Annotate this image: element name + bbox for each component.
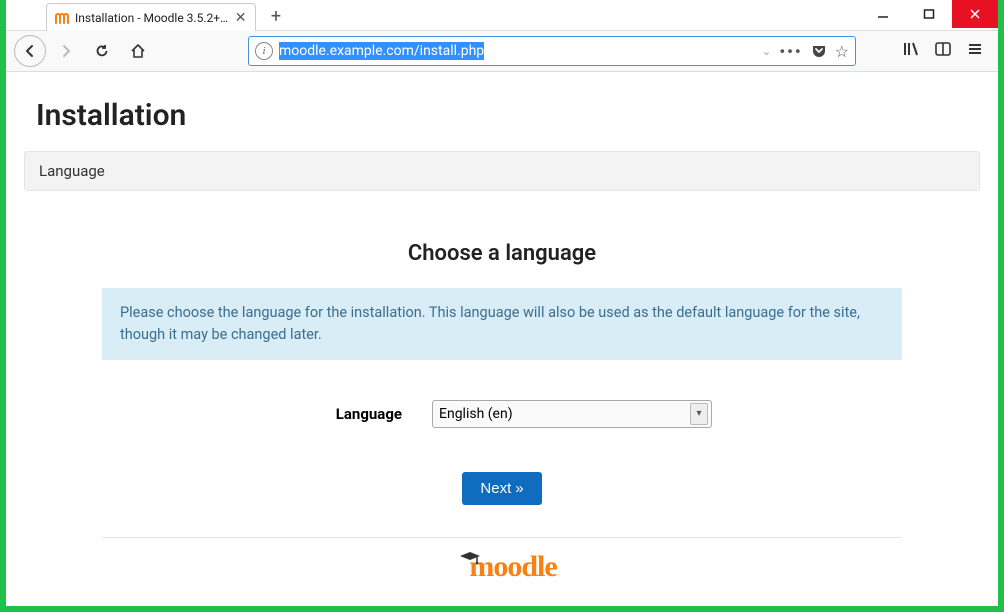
info-alert: Please choose the language for the insta… [102,288,902,360]
language-form-row: Language English (en) ▾ [102,400,902,428]
chevron-down-icon: ▾ [690,403,708,425]
url-selected: moodle.example.com/install.php [279,42,484,60]
browser-toolbar: i moodle.example.com/install.php ⌄ ••• ☆ [6,30,998,72]
language-label: Language [292,405,402,423]
site-info-icon[interactable]: i [255,42,273,60]
window-minimize-button[interactable] [860,0,906,28]
history-dropdown-icon[interactable]: ⌄ [761,44,771,58]
tab-bar: Installation - Moodle 3.5.2+ (B… ✕ + [6,0,998,30]
moodle-logo[interactable]: moodle [447,550,556,584]
window-close-button[interactable] [952,0,998,28]
url-bar[interactable]: i moodle.example.com/install.php ⌄ ••• ☆ [248,36,856,66]
page-actions-icon[interactable]: ••• [779,42,802,61]
moodle-logo-text: moodle [469,550,556,584]
footer-logo: moodle [102,550,902,584]
next-button[interactable]: Next » [462,472,541,505]
forward-button[interactable] [50,35,82,67]
browser-window: Installation - Moodle 3.5.2+ (B… ✕ + [6,0,998,606]
bookmark-star-icon[interactable]: ☆ [835,42,849,61]
window-controls [860,0,998,28]
section-heading: Choose a language [102,241,902,266]
library-icon[interactable] [900,40,922,62]
separator [102,537,902,538]
toolbar-right-icons [900,40,986,62]
url-actions: ⌄ ••• ☆ [761,42,849,61]
home-button[interactable] [122,35,154,67]
tab-close-icon[interactable]: ✕ [234,10,247,26]
browser-tab[interactable]: Installation - Moodle 3.5.2+ (B… ✕ [46,3,256,31]
moodle-favicon [55,11,69,25]
language-select-value: English (en) [439,406,513,422]
url-text: moodle.example.com/install.php [279,42,755,60]
menu-icon[interactable] [964,40,986,62]
chevron-right-icon: » [515,480,523,497]
back-button[interactable] [14,35,46,67]
page-content: Installation Language Choose a language … [6,72,998,606]
sidebar-icon[interactable] [932,40,954,62]
pocket-icon[interactable] [811,43,827,59]
next-button-label: Next [480,480,511,497]
reload-button[interactable] [86,35,118,67]
window-maximize-button[interactable] [906,0,952,28]
tab-title: Installation - Moodle 3.5.2+ (B… [75,11,228,25]
language-select[interactable]: English (en) ▾ [432,400,712,428]
graduation-cap-icon [459,551,481,570]
main-content: Choose a language Please choose the lang… [102,241,902,584]
panel-header: Language [24,151,980,191]
page-title: Installation [36,98,980,133]
new-tab-button[interactable]: + [262,2,290,30]
titlebar: Installation - Moodle 3.5.2+ (B… ✕ + [6,0,998,30]
